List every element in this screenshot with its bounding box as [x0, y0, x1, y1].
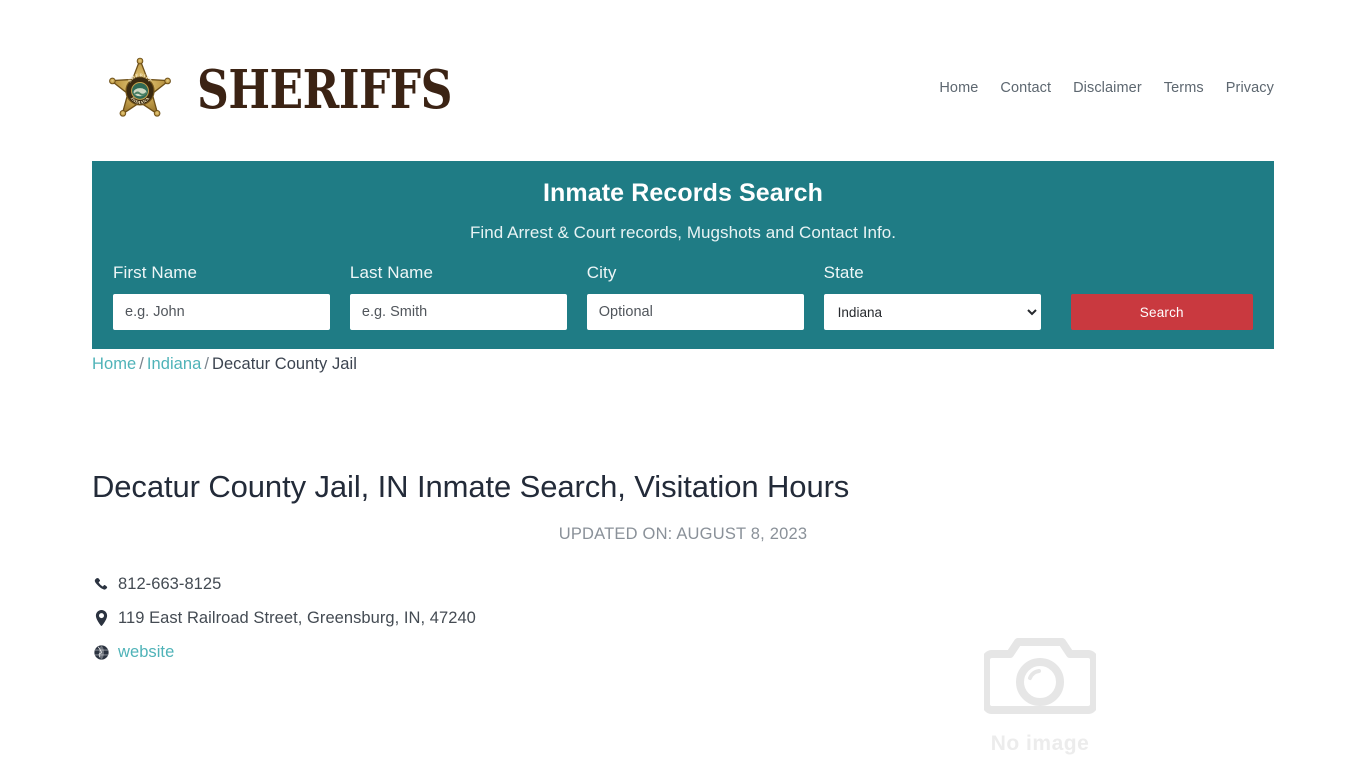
page-root: SHERIFF INDIANA SHERIFFS Home Contact Di…: [0, 0, 1366, 768]
updated-on-text: UPDATED ON: AUGUST 8, 2023: [558, 525, 808, 543]
sheriff-star-badge-icon: SHERIFF INDIANA: [92, 56, 188, 122]
contact-website-link[interactable]: website: [118, 643, 174, 662]
contact-website-row: website: [92, 635, 476, 669]
contact-phone-row: 812-663-8125: [92, 567, 476, 601]
banner-title: Inmate Records Search: [543, 179, 823, 207]
breadcrumb-separator: /: [204, 355, 209, 373]
contact-address-row: 119 East Railroad Street, Greensburg, IN…: [92, 601, 476, 635]
last-name-input[interactable]: [349, 294, 567, 330]
page-title: Decatur County Jail, IN Inmate Search, V…: [92, 469, 850, 504]
banner-subtitle: Find Arrest & Court records, Mugshots an…: [469, 223, 897, 242]
breadcrumb-item-current: Decatur County Jail: [211, 355, 357, 373]
last-name-field-group: Last Name: [349, 263, 567, 330]
no-image-label: No image: [990, 732, 1090, 755]
city-input[interactable]: [586, 294, 804, 330]
main-navigation: Home Contact Disclaimer Terms Privacy: [939, 80, 1274, 98]
contact-address-text: 119 East Railroad Street, Greensburg, IN…: [118, 608, 476, 627]
nav-item-terms[interactable]: Terms: [1164, 80, 1204, 96]
first-name-input[interactable]: [113, 294, 330, 330]
first-name-label: First Name: [113, 263, 198, 282]
brand-wordmark: SHERIFFS: [197, 57, 452, 121]
facility-contact-list: 812-663-8125 119 East Railroad Street, G…: [92, 567, 476, 669]
state-select[interactable]: Indiana: [823, 294, 1041, 330]
image-placeholder: No image: [965, 630, 1115, 756]
nav-item-privacy[interactable]: Privacy: [1226, 80, 1274, 96]
city-label: City: [586, 263, 617, 282]
globe-icon: [92, 643, 110, 661]
city-field-group: City: [586, 263, 804, 330]
last-name-label: Last Name: [349, 263, 433, 282]
map-pin-icon: [92, 609, 110, 627]
brand-logo-link[interactable]: SHERIFF INDIANA SHERIFFS: [92, 56, 457, 122]
nav-item-disclaimer[interactable]: Disclaimer: [1073, 80, 1142, 96]
breadcrumb-item-home[interactable]: Home: [92, 355, 136, 373]
first-name-field-group: First Name: [113, 264, 330, 330]
state-label: State: [823, 263, 864, 282]
breadcrumb: Home / Indiana / Decatur County Jail: [92, 355, 357, 374]
inmate-search-banner: Inmate Records Search Find Arrest & Cour…: [92, 161, 1274, 349]
breadcrumb-item-indiana[interactable]: Indiana: [147, 355, 201, 373]
phone-icon: [92, 575, 110, 593]
inmate-search-form: First Name Last Name City State Indiana …: [113, 264, 1253, 330]
contact-phone-text: 812-663-8125: [118, 574, 222, 593]
state-field-group: State Indiana: [823, 263, 1041, 330]
site-header: SHERIFF INDIANA SHERIFFS Home Contact Di…: [92, 48, 1274, 130]
nav-item-contact[interactable]: Contact: [1000, 80, 1051, 96]
camera-icon: [965, 630, 1115, 718]
search-button[interactable]: Search: [1070, 294, 1253, 330]
breadcrumb-separator: /: [139, 355, 144, 373]
nav-item-home[interactable]: Home: [939, 80, 978, 96]
